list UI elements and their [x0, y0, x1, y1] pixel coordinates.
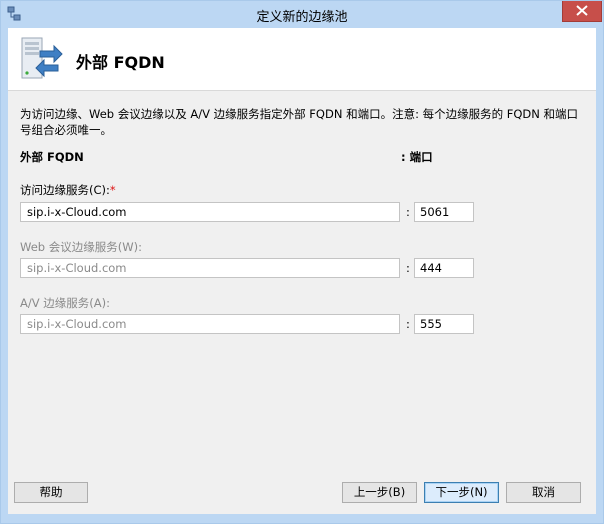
web-conf-edge-fqdn-input[interactable]: sip.i-x-Cloud.com [20, 258, 400, 278]
av-edge-colon: : [406, 317, 410, 331]
web-conf-edge-port-input[interactable]: 444 [414, 258, 474, 278]
window-title: 定义新的边缘池 [256, 10, 348, 25]
title-bar[interactable]: 定义新的边缘池 [1, 1, 603, 27]
required-marker: * [109, 183, 116, 197]
access-edge-label-text: 访问边缘服务(C): [20, 183, 110, 197]
web-conf-edge-label: Web 会议边缘服务(W): [20, 240, 142, 254]
web-conf-edge-colon: : [406, 261, 410, 275]
wizard-header: 外部 FQDN [8, 28, 596, 91]
page-title: 外部 FQDN [76, 53, 165, 72]
server-arrows-icon [18, 35, 64, 83]
column-header-fqdn: 外部 FQDN [20, 150, 84, 164]
dialog-body: 外部 FQDN 为访问边缘、Web 会议边缘以及 A/V 边缘服务指定外部 FQ… [8, 28, 596, 514]
close-icon [576, 5, 588, 16]
help-button[interactable]: 帮助 [14, 482, 88, 503]
cancel-button[interactable]: 取消 [506, 482, 581, 503]
next-button[interactable]: 下一步(N) [424, 482, 499, 503]
access-edge-port-input[interactable]: 5061 [414, 202, 474, 222]
column-header-port: : 端口 [401, 150, 433, 164]
av-edge-label: A/V 边缘服务(A): [20, 296, 110, 310]
access-edge-label: 访问边缘服务(C):* [20, 182, 116, 198]
close-button[interactable] [562, 1, 602, 22]
av-edge-fqdn-input[interactable]: sip.i-x-Cloud.com [20, 314, 400, 334]
dialog-window: 定义新的边缘池 外部 FQDN 为访问边缘、Web 会议边缘以及 A/V 边缘服… [0, 0, 604, 524]
back-button[interactable]: 上一步(B) [342, 482, 417, 503]
description-text: 为访问边缘、Web 会议边缘以及 A/V 边缘服务指定外部 FQDN 和端口。注… [20, 107, 579, 137]
access-edge-colon: : [406, 205, 410, 219]
access-edge-fqdn-input[interactable]: sip.i-x-Cloud.com [20, 202, 400, 222]
av-edge-port-input[interactable]: 555 [414, 314, 474, 334]
